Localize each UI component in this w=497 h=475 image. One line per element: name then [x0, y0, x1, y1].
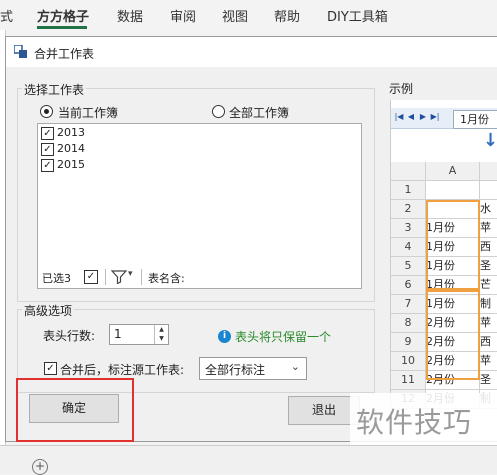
filter-dropdown-icon[interactable]: ▾: [128, 269, 133, 279]
dialog-title-bar: 合并工作表: [6, 37, 497, 67]
radio-current-workbook-label: 当前工作簿: [58, 106, 119, 120]
row-number: 3: [391, 219, 426, 238]
cell-b: 圣: [480, 257, 497, 276]
watermark-text: 软件技巧: [356, 406, 473, 439]
row-number: 7: [391, 295, 426, 314]
first-sheet-icon: |◀: [394, 112, 404, 121]
example-highlight-jan: [426, 200, 480, 292]
active-tab-indicator: [37, 26, 87, 29]
example-panel: |◀ ◀ ▶ ▶| 1月份 ↓ A 1 2 水 3 1月份苹 4 1月份西 5 1月份圣 6 1月份…: [390, 100, 497, 440]
sheet-name-filter-input[interactable]: [203, 268, 239, 285]
select-all-checkbox[interactable]: ✓: [84, 270, 98, 284]
ribbon-tab-help[interactable]: 帮助: [274, 6, 300, 25]
chevron-down-icon: ⌄: [290, 360, 300, 373]
row-number: 11: [391, 371, 426, 390]
toolbar-separator: [141, 269, 142, 285]
cell-b: 芒: [480, 276, 497, 295]
corner-cell: [391, 162, 426, 181]
app-icon: [14, 45, 27, 58]
header-rows-label: 表头行数:: [43, 329, 96, 343]
sheet-item-2014[interactable]: 2014: [57, 142, 85, 155]
sheet-listbox[interactable]: ✓ 2013 ✓ 2014 ✓ 2015: [37, 123, 362, 268]
row-number: 2: [391, 200, 426, 219]
cell-b: 圣: [480, 371, 497, 390]
dialog-title: 合并工作表: [34, 47, 95, 61]
ok-button-highlight: [16, 378, 134, 442]
mark-source-dropdown[interactable]: 全部行标注 ⌄: [199, 357, 307, 380]
ribbon-tab-review[interactable]: 审阅: [170, 6, 196, 25]
row-number: 1: [391, 181, 426, 200]
arrow-down-icon: ↓: [483, 130, 497, 151]
example-sheet-tabs: |◀ ◀ ▶ ▶| 1月份: [391, 108, 497, 129]
cell-b: 制: [480, 295, 497, 314]
prev-sheet-icon: ◀: [407, 112, 415, 121]
filter-icon[interactable]: [111, 270, 127, 284]
example-highlight-feb: [426, 288, 480, 380]
sheet-checkbox-2014[interactable]: ✓: [41, 143, 54, 156]
example-label: 示例: [389, 82, 414, 96]
toolbar-separator: [105, 269, 106, 285]
mark-source-selected: 全部行标注: [205, 363, 266, 377]
info-icon: i: [218, 330, 231, 343]
ribbon-tab-diy-toolbox[interactable]: DIY工具箱: [327, 6, 388, 25]
ribbon-tab-data[interactable]: 数据: [117, 6, 143, 25]
row-number: 9: [391, 333, 426, 352]
sheet-item-2013[interactable]: 2013: [57, 126, 85, 139]
radio-current-workbook[interactable]: [40, 105, 53, 118]
sheet-name-contains-label: 表名含:: [148, 272, 185, 285]
watermark: 软件技巧: [350, 393, 497, 445]
ribbon-tab-fangfanggezi[interactable]: 方方格子: [37, 6, 89, 25]
sheet-checkbox-2013[interactable]: ✓: [41, 127, 54, 140]
column-header-a: A: [426, 162, 480, 181]
row-number: 5: [391, 257, 426, 276]
cell-b: [480, 181, 497, 200]
row-number: 4: [391, 238, 426, 257]
stepper-arrows-icon[interactable]: ▲ ▼: [154, 325, 168, 344]
advanced-options-group-label: 高级选项: [22, 302, 75, 319]
cell-b: 西: [480, 333, 497, 352]
ribbon: 式 方方格子 数据 审阅 视图 帮助 DIY工具箱: [0, 0, 497, 30]
last-sheet-icon: ▶|: [430, 112, 440, 121]
selected-count: 已选3: [42, 272, 71, 285]
cell-b: 苹: [480, 219, 497, 238]
header-info-text: 表头将只保留一个: [235, 330, 332, 344]
mark-source-label: 合并后，标注源工作表:: [60, 363, 185, 377]
column-header-b: [480, 162, 497, 181]
sheet-tab-bar: [0, 445, 497, 474]
select-sheets-group-label: 选择工作表: [22, 81, 87, 98]
sheet-checkbox-2015[interactable]: ✓: [41, 159, 54, 172]
row-number: 10: [391, 352, 426, 371]
cell-a: [426, 181, 480, 200]
radio-all-workbooks[interactable]: [212, 105, 225, 118]
radio-all-workbooks-label: 全部工作簿: [229, 106, 290, 120]
row-number: 8: [391, 314, 426, 333]
cell-b: 苹: [480, 352, 497, 371]
mark-source-checkbox[interactable]: ✓: [44, 362, 57, 375]
cell-b: 水: [480, 200, 497, 219]
next-sheet-icon: ▶: [419, 112, 427, 121]
sheet-item-2015[interactable]: 2015: [57, 158, 85, 171]
example-sheet-tab: 1月份: [453, 110, 497, 129]
ribbon-tab-view[interactable]: 视图: [222, 6, 248, 25]
header-rows-value[interactable]: 1: [114, 327, 122, 341]
sheet-list-toolbar: 已选3 ✓ ▾ 表名含:: [37, 266, 362, 289]
ribbon-tab-formula[interactable]: 式: [0, 6, 13, 25]
cell-b: 苹: [480, 314, 497, 333]
header-rows-stepper[interactable]: 1 ▲ ▼: [109, 324, 169, 345]
row-number: 6: [391, 276, 426, 295]
cell-b: 西: [480, 238, 497, 257]
